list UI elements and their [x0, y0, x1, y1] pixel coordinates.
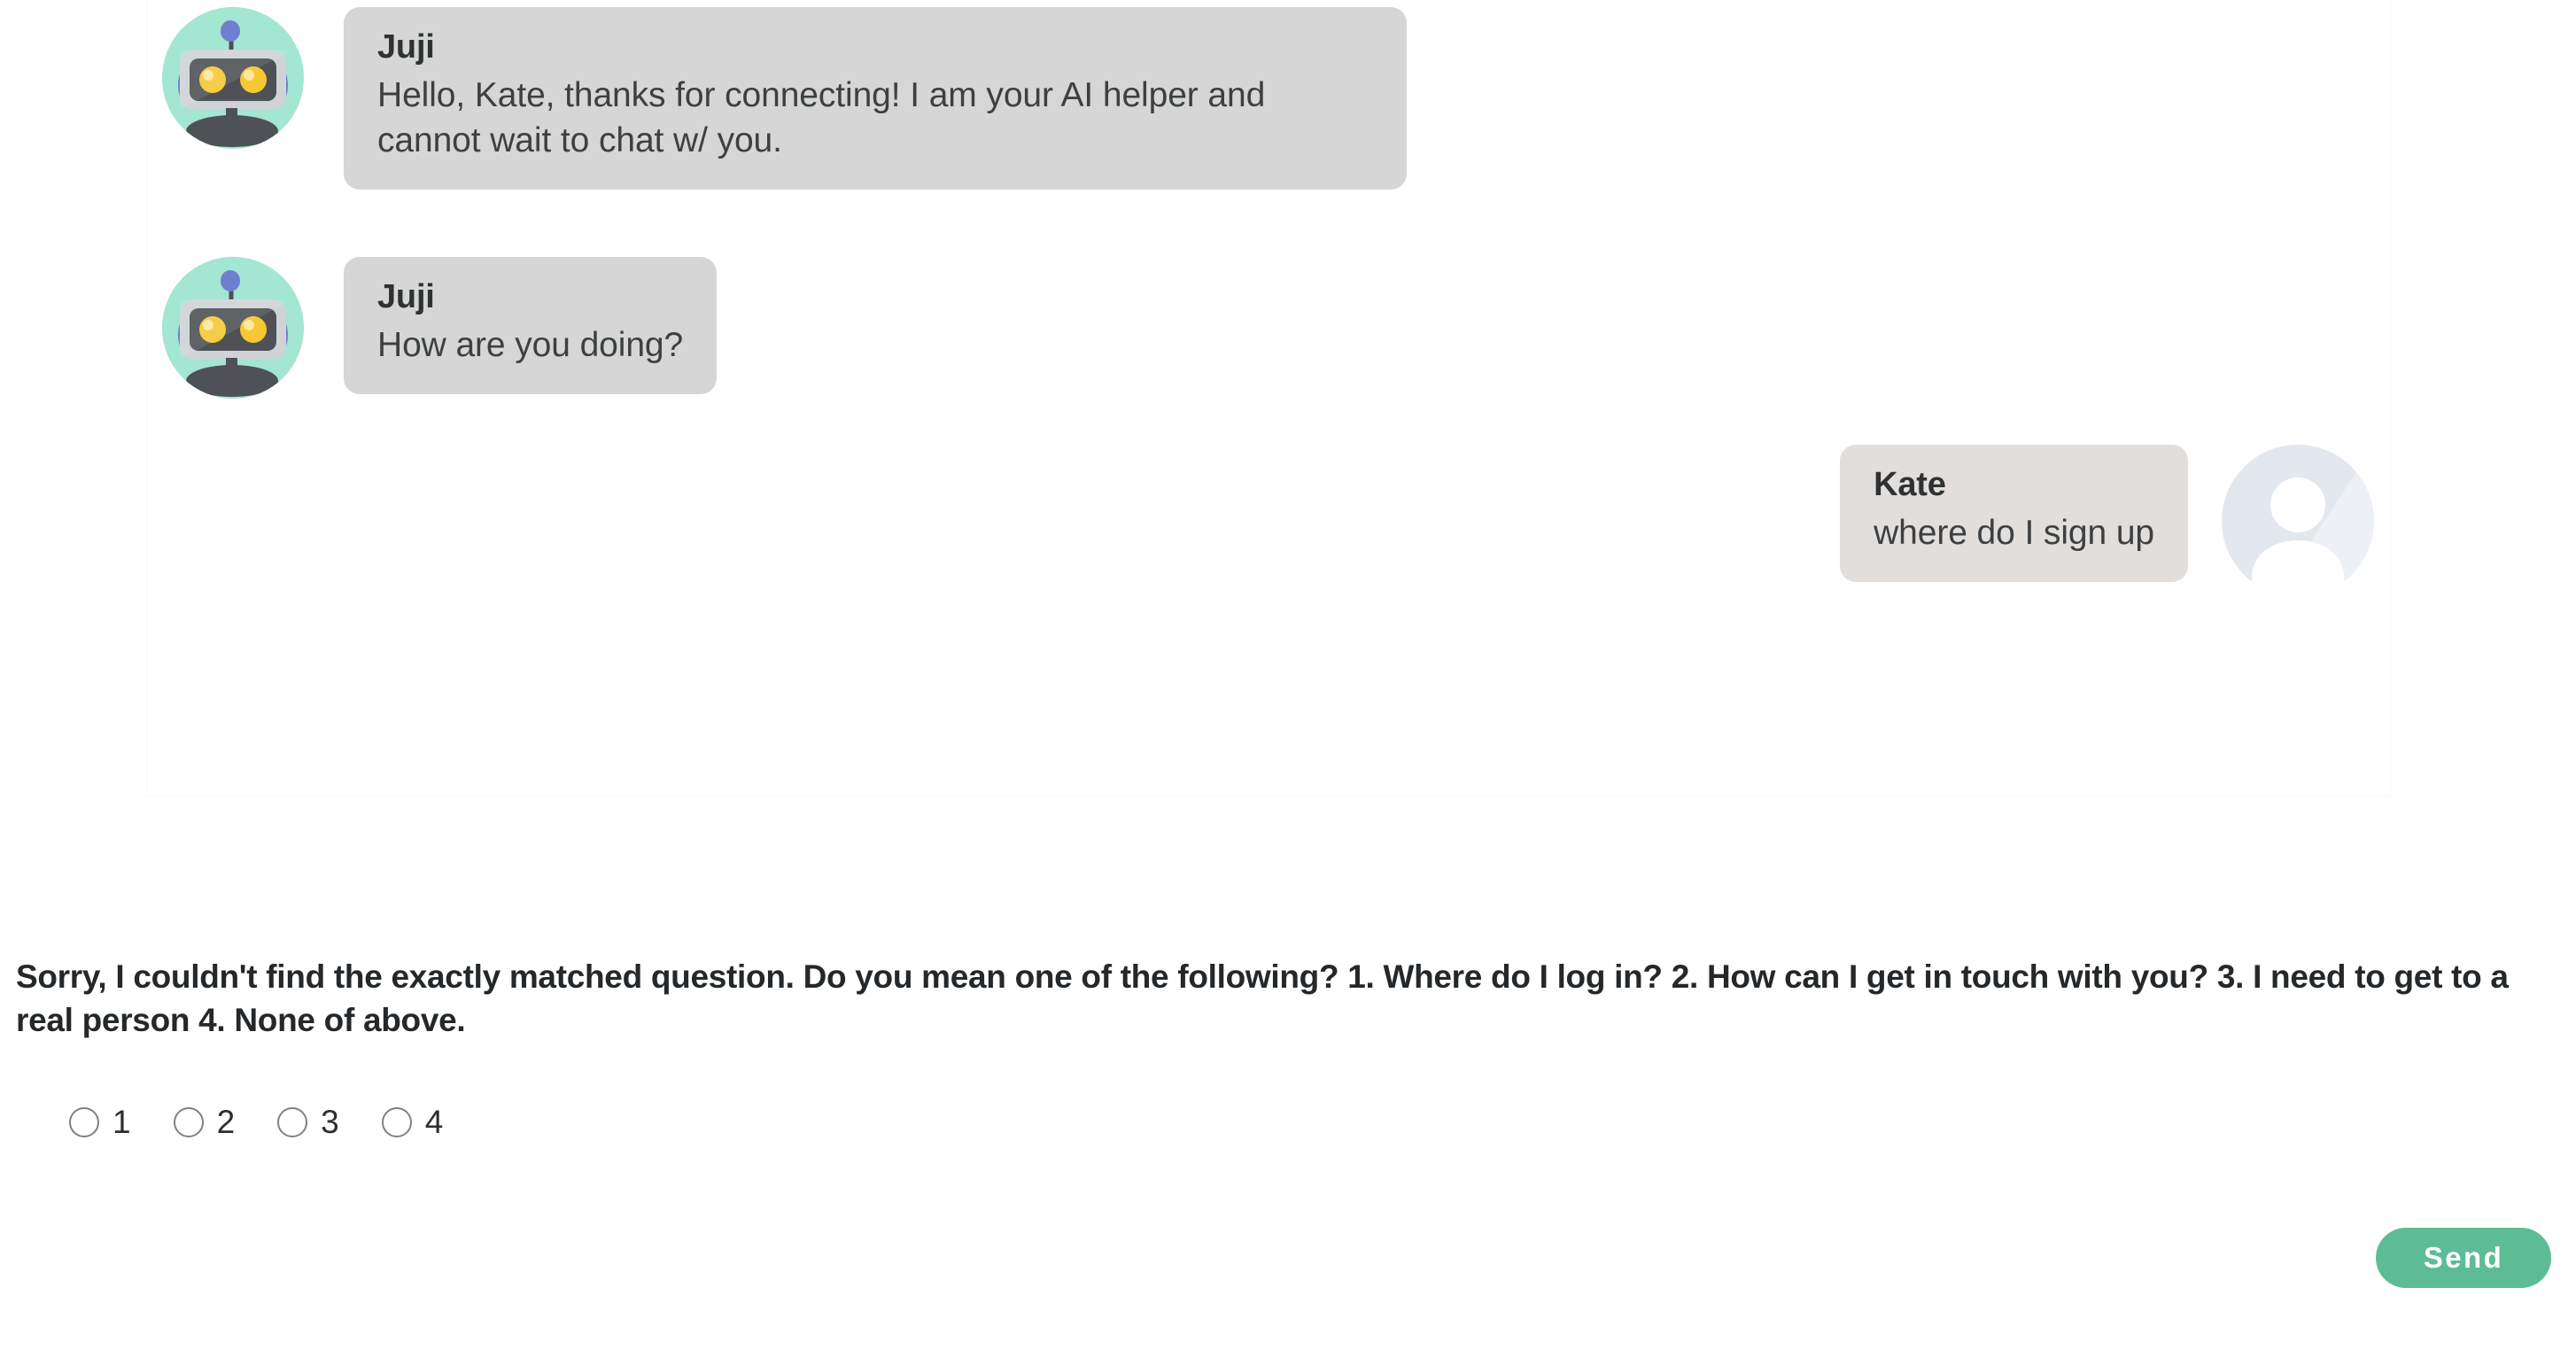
- option-2[interactable]: 2: [173, 1104, 236, 1140]
- message-text: Hello, Kate, thanks for connecting! I am…: [377, 75, 1266, 159]
- prompt-text: Sorry, I couldn't find the exactly match…: [16, 958, 2509, 1039]
- option-label: 3: [321, 1104, 339, 1140]
- chat-message-bot-2: Juji How are you doing?: [162, 257, 718, 399]
- radio-icon[interactable]: [173, 1106, 204, 1137]
- send-button[interactable]: Send: [2376, 1228, 2551, 1288]
- user-avatar-icon: [2222, 445, 2374, 597]
- robot-avatar-icon: [162, 257, 304, 399]
- option-1[interactable]: 1: [69, 1106, 131, 1138]
- robot-avatar-icon: [162, 7, 304, 149]
- message-sender-name: Juji: [377, 278, 435, 315]
- chat-transcript-panel: Juji Hello, Kate, thanks for connecting!…: [146, 0, 2392, 797]
- message-text: How are you doing?: [377, 325, 684, 364]
- message-text: where do I sign up: [1874, 513, 2154, 552]
- option-label: 4: [424, 1104, 444, 1140]
- radio-icon[interactable]: [277, 1106, 308, 1137]
- radio-icon[interactable]: [69, 1106, 99, 1137]
- chat-bubble: Juji How are you doing?: [344, 257, 718, 394]
- chat-bubble: Kate where do I sign up: [1840, 445, 2188, 582]
- radio-icon[interactable]: [381, 1106, 412, 1137]
- message-sender-name: Kate: [1874, 466, 1946, 503]
- option-label: 1: [113, 1104, 131, 1140]
- option-label: 2: [216, 1104, 236, 1140]
- chat-message-bot-1: Juji Hello, Kate, thanks for connecting!…: [162, 7, 1407, 190]
- option-radio-group[interactable]: 1 2 3 4: [69, 1106, 485, 1138]
- option-4[interactable]: 4: [381, 1104, 444, 1140]
- option-3[interactable]: 3: [277, 1106, 339, 1138]
- chat-message-user-1: Kate where do I sign up: [1840, 445, 2374, 597]
- clarification-prompt: Sorry, I couldn't find the exactly match…: [16, 955, 2558, 1042]
- message-sender-name: Juji: [377, 28, 435, 66]
- chat-bubble: Juji Hello, Kate, thanks for connecting!…: [344, 7, 1407, 190]
